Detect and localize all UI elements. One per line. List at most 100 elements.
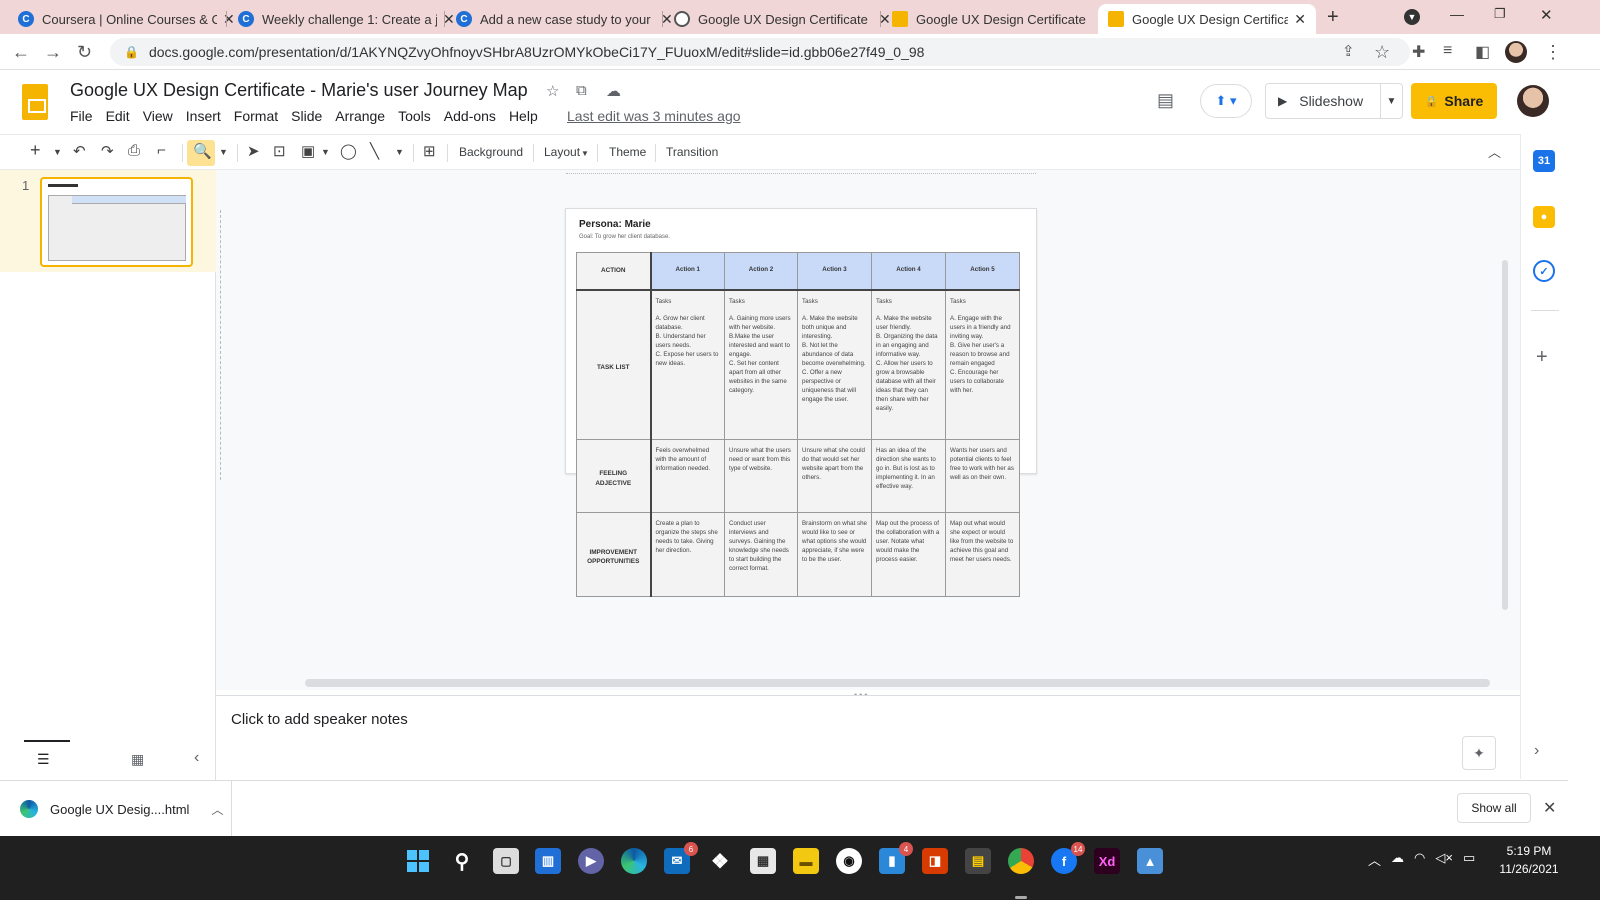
horizontal-scrollbar[interactable] [305,679,1490,687]
download-item[interactable]: Google UX Desig....html ︿ [0,781,232,837]
journey-map-table[interactable]: ACTION Action 1 Action 2 Action 3 Action… [576,252,1020,597]
battery-icon[interactable]: ▭ [1463,850,1475,869]
chevron-up-icon[interactable]: ︿ [1368,850,1381,869]
share-page-icon[interactable]: ⇪ [1342,42,1355,60]
document-title[interactable]: Google UX Design Certificate - Marie's u… [70,80,528,101]
taskbar-clock[interactable]: 5:19 PM 11/26/2021 [1497,842,1561,878]
chevron-down-icon[interactable]: ▼ [53,147,62,157]
menu-insert[interactable]: Insert [186,108,221,124]
tasks-icon[interactable]: ✓ [1533,260,1555,282]
present-to-meeting-button[interactable]: ⬆ ▾ [1200,84,1252,118]
widgets-icon[interactable]: ▥ [535,848,561,874]
text-box-icon[interactable]: ⊡ [273,142,286,160]
filmstrip-view-icon[interactable]: ☰ [37,751,50,768]
chevron-down-icon[interactable]: ▼ [321,147,330,157]
speaker-notes-placeholder[interactable]: Click to add speaker notes [231,711,408,728]
print-icon[interactable]: ⎙ [128,142,140,159]
slide-thumbnail[interactable] [40,177,193,267]
github-icon[interactable]: ◉ [836,848,862,874]
menu-add-ons[interactable]: Add-ons [444,108,496,124]
background-button[interactable]: Background [459,145,523,159]
system-tray[interactable]: ︿ ☁ ◠ ◁× ▭ [1368,850,1475,869]
chevron-up-icon[interactable]: ︿ [211,801,223,818]
image-icon[interactable]: ▣ [301,142,315,160]
chat-icon[interactable]: ▶ [578,848,604,874]
search-icon[interactable]: ⚲ [449,848,475,874]
browser-tab[interactable]: C Add a new case study to your ✕ [446,4,683,34]
url-field[interactable]: 🔒 docs.google.com/presentation/d/1AKYNQZ… [110,38,1410,66]
windows-start-icon[interactable] [405,848,431,874]
browser-tab[interactable]: C Weekly challenge 1: Create a j ✕ [228,4,465,34]
calculator-icon[interactable]: ▤ [965,848,991,874]
star-icon[interactable]: ☆ [546,82,559,100]
restore-icon[interactable]: ❐ [1494,6,1506,22]
speaker-notes-panel[interactable] [216,695,1520,780]
onedrive-icon[interactable]: ☁ [1391,850,1404,869]
chevron-down-icon[interactable]: ▼ [219,147,228,157]
store-icon[interactable]: ▦ [750,848,776,874]
task-view-icon[interactable]: ▢ [493,848,519,874]
close-icon[interactable]: ✕ [1294,11,1306,28]
redo-icon[interactable]: ↷ [101,142,114,160]
show-all-button[interactable]: Show all [1457,793,1531,823]
transition-button[interactable]: Transition [666,145,718,159]
browser-tab[interactable]: Google UX Design Certificate ✕ [664,4,901,34]
menu-file[interactable]: File [70,108,93,124]
add-comment-icon[interactable]: ⊞ [423,142,436,160]
tab-search-icon[interactable]: ▼ [1404,9,1420,25]
forward-icon[interactable]: → [44,42,62,63]
new-slide-icon[interactable]: + [30,140,41,161]
window-close-icon[interactable]: ✕ [1540,6,1553,24]
account-avatar[interactable] [1517,85,1549,117]
new-tab-button[interactable]: + [1327,6,1339,29]
browser-tab-active[interactable]: Google UX Design Certificate ✕ [1098,4,1316,34]
vertical-scrollbar[interactable] [1502,260,1508,610]
menu-view[interactable]: View [143,108,173,124]
wifi-icon[interactable]: ◠ [1414,850,1425,869]
menu-help[interactable]: Help [509,108,538,124]
bookmark-star-icon[interactable]: ☆ [1374,42,1390,63]
move-folder-icon[interactable]: ⧉ [576,82,587,99]
minimize-icon[interactable]: — [1450,6,1464,22]
share-button[interactable]: 🔒 Share [1411,83,1497,119]
adobe-xd-icon[interactable]: Xd [1094,848,1120,874]
menu-slide[interactable]: Slide [291,108,322,124]
cloud-saved-icon[interactable]: ☁ [606,82,621,100]
theme-button[interactable]: Theme [609,145,646,159]
shape-icon[interactable]: ◯ [340,142,357,160]
menu-edit[interactable]: Edit [106,108,130,124]
collapse-toolbar-icon[interactable]: ︿ [1488,142,1501,161]
collapse-filmstrip-icon[interactable]: ‹ [194,749,199,767]
persona-title[interactable]: Persona: Marie [579,219,651,230]
edge-icon[interactable] [621,848,647,874]
browser-menu-icon[interactable]: ⋮ [1544,42,1562,63]
close-downloads-icon[interactable]: ✕ [1543,798,1556,818]
keep-icon[interactable]: ● [1533,206,1555,228]
layout-button[interactable]: Layout [544,145,580,159]
paint-format-icon[interactable]: ⌐ [157,142,166,159]
grid-view-icon[interactable]: ▦ [131,751,144,768]
file-explorer-icon[interactable]: ▬ [793,848,819,874]
phone-link-icon[interactable]: ▮ 4 [879,842,913,874]
photos-icon[interactable]: ▲ [1137,848,1163,874]
explore-button[interactable]: ✦ [1462,736,1496,770]
chevron-down-icon[interactable]: ▼ [395,147,404,157]
profile-avatar[interactable] [1505,41,1527,63]
volume-icon[interactable]: ◁× [1435,850,1453,869]
persona-goal[interactable]: Goal: To grow her client database. [579,234,670,240]
calendar-icon[interactable]: 31 [1533,150,1555,172]
last-edit-link[interactable]: Last edit was 3 minutes ago [567,108,741,124]
facebook-icon[interactable]: f 14 [1051,842,1085,874]
slides-logo-icon[interactable] [22,84,48,120]
chrome-icon[interactable] [1008,848,1034,874]
get-add-ons-icon[interactable]: + [1536,346,1548,369]
select-cursor-icon[interactable]: ➤ [247,142,260,160]
browser-tab[interactable]: Google UX Design Certificate ✕ [882,4,1119,34]
reload-icon[interactable]: ↻ [77,42,92,63]
slideshow-button[interactable]: ▶ Slideshow ▼ [1265,83,1403,119]
browser-tab[interactable]: C Coursera | Online Courses & C ✕ [8,4,245,34]
dropbox-icon[interactable]: ❖ [707,848,733,874]
side-panel-icon[interactable]: ◧ [1475,42,1490,62]
menu-arrange[interactable]: Arrange [335,108,385,124]
extensions-icon[interactable]: ✚ [1412,42,1425,62]
